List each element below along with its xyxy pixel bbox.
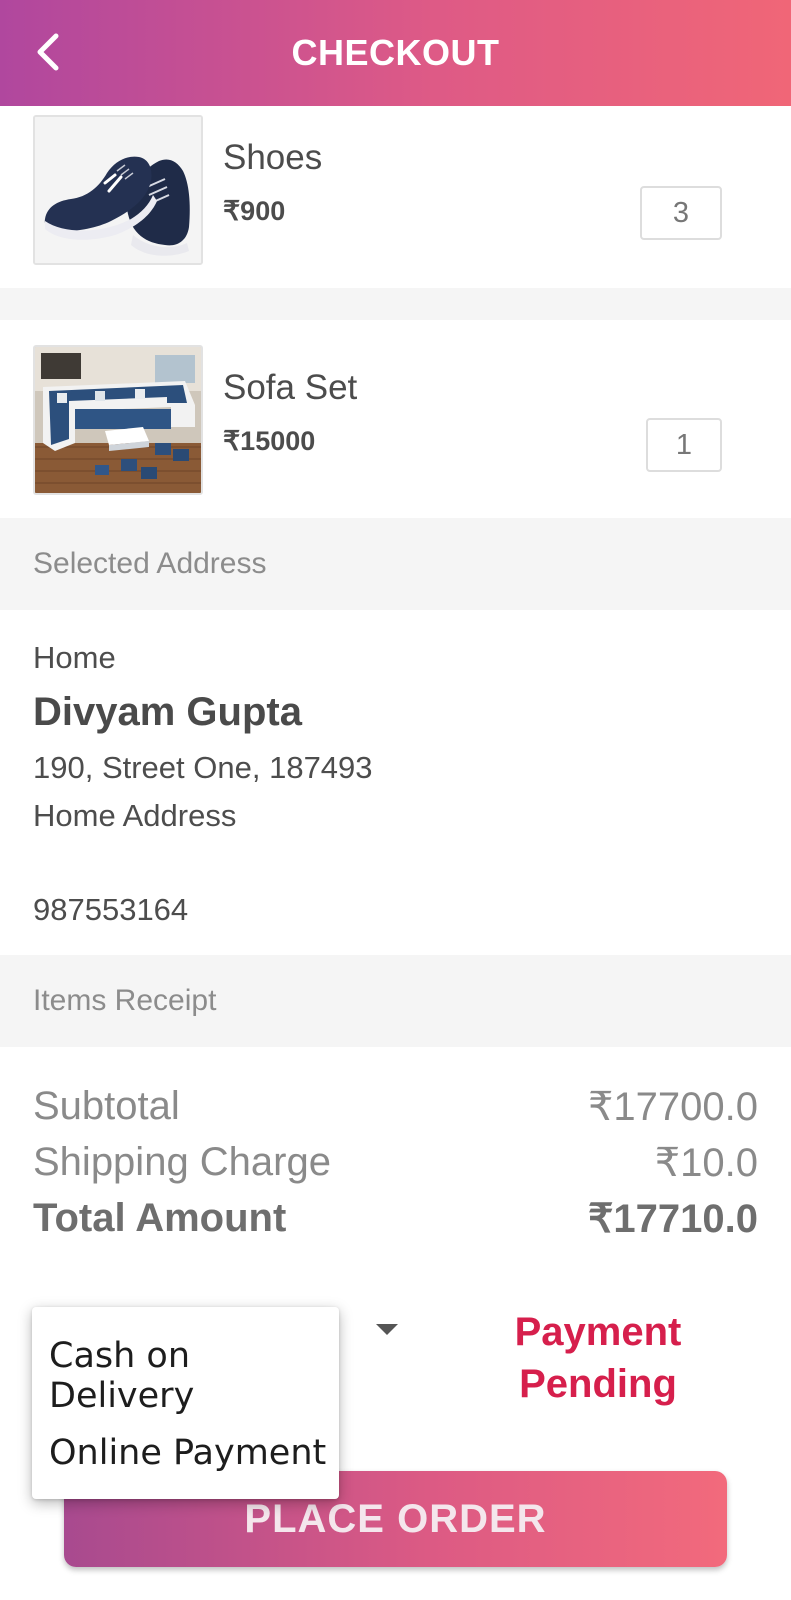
address-type: Home [33,640,116,675]
subtotal-label: Subtotal [33,1084,180,1128]
items-receipt-header: Items Receipt [0,955,791,1047]
item-price: ₹15000 [223,426,316,456]
dropdown-caret-icon[interactable] [376,1324,398,1335]
shipping-value: ₹10.0 [654,1141,758,1185]
option-online-payment[interactable]: Online Payment [49,1433,326,1473]
subtotal-row: Subtotal ₹17700.0 [33,1084,758,1140]
app-header: CHECKOUT [0,0,791,106]
address-line-1: 190, Street One, 187493 [33,750,373,785]
payment-method-dropdown: Cash on Delivery Online Payment [32,1307,339,1499]
subtotal-value: ₹17700.0 [587,1085,758,1129]
item-separator [0,288,791,320]
option-cash-on-delivery[interactable]: Cash on Delivery [49,1336,339,1416]
phone-number: 987553164 [33,892,189,927]
cart-item-shoes: Shoes ₹900 3 [0,106,791,288]
quantity-field[interactable]: 3 [640,186,722,240]
item-price: ₹900 [223,196,286,226]
shipping-row: Shipping Charge ₹10.0 [33,1140,758,1196]
product-image-sofa-set [33,345,203,495]
selected-address-header: Selected Address [0,518,791,610]
address-line-2: Home Address [33,798,237,833]
quantity-field[interactable]: 1 [646,418,722,472]
payment-status-line-1: Payment [514,1310,682,1354]
cart-item-sofa-set: Sofa Set ₹15000 1 [0,320,791,518]
section-title: Items Receipt [33,984,217,1017]
address-name: Divyam Gupta [33,690,302,734]
item-name: Shoes [223,138,323,177]
section-title: Selected Address [33,547,267,580]
product-image-shoes [33,115,203,265]
total-row: Total Amount ₹17710.0 [33,1196,758,1252]
page-title: CHECKOUT [291,32,500,73]
shipping-label: Shipping Charge [33,1140,331,1184]
payment-status-line-2: Pending [519,1362,677,1406]
item-name: Sofa Set [223,368,358,407]
total-label: Total Amount [33,1196,287,1240]
total-value: ₹17710.0 [587,1197,758,1241]
payment-status: Payment Pending [468,1306,728,1410]
